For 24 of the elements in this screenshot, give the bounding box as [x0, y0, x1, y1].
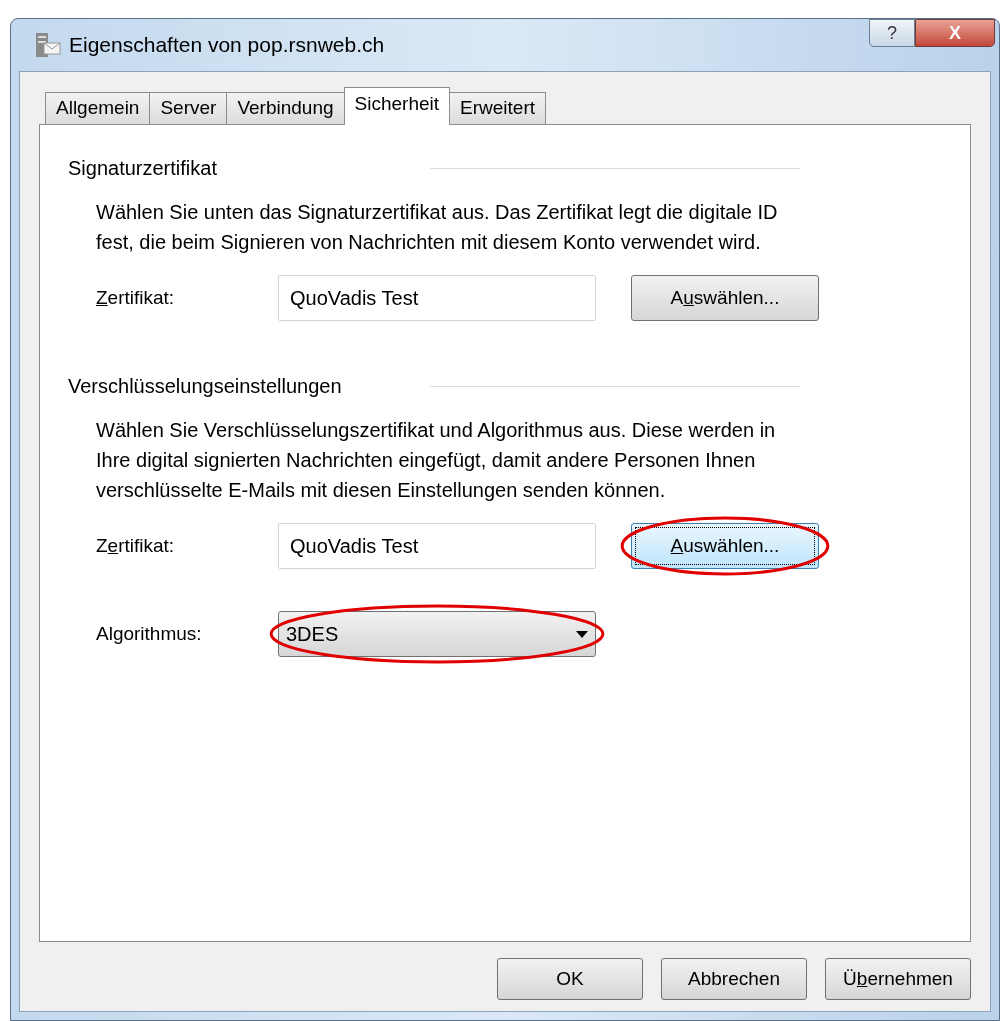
help-button[interactable]: ?	[869, 19, 915, 47]
select-button[interactable]: Auswählen...	[631, 523, 819, 569]
tab[interactable]: Allgemein	[45, 92, 151, 124]
tab[interactable]: Sicherheit	[343, 87, 451, 125]
field-label: Zertifikat:	[96, 285, 176, 310]
dropdown-arrow-icon	[576, 630, 588, 638]
select-button[interactable]: Auswählen...	[631, 275, 819, 321]
certificate-field[interactable]: QuoVadis Test	[278, 275, 596, 321]
field-label: Algorithmus:	[96, 621, 203, 646]
description-text: Wählen Sie unten das Signaturzertifikat aus. Das Zertifikat legt die digitale ID fest, die beim Signieren von Nachrichten mit diesem Konto verwendet wird.	[96, 200, 779, 255]
section-heading: Verschlüsselungseinstellungen	[68, 374, 342, 399]
dialog-button[interactable]: Abbrechen	[661, 958, 807, 1000]
dialog-button[interactable]: OK	[497, 958, 643, 1000]
algorithm-dropdown[interactable]: 3DES	[278, 611, 596, 657]
tab[interactable]: Erweitert	[449, 92, 547, 124]
description-text: Wählen Sie Verschlüsselungszertifikat und Algorithmus aus. Diese werden in Ihre digital signierten Nachrichten eingefügt, damit andere Personen Ihnen verschlüsselte E-Mails mit diesen Einstellungen senden können.	[96, 418, 777, 503]
window-title: Eigenschaften von pop.rsnweb.ch	[69, 32, 385, 59]
tab[interactable]: Server	[149, 92, 228, 124]
field-label: Zertifikat:	[96, 533, 176, 558]
mail-server-icon	[33, 31, 61, 59]
tab[interactable]: Verbindung	[226, 92, 345, 124]
certificate-field[interactable]: QuoVadis Test	[278, 523, 596, 569]
section-heading: Signaturzertifikat	[68, 156, 217, 181]
dialog-button[interactable]: Übernehmen	[825, 958, 971, 1000]
